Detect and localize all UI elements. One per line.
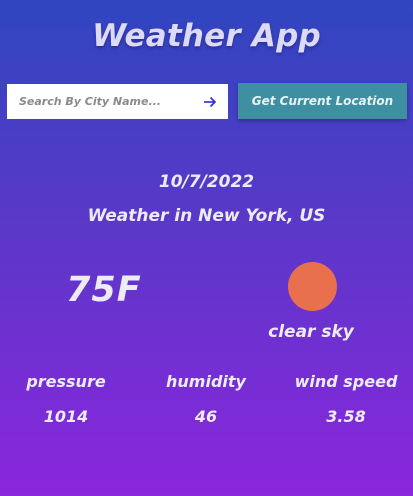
date-text: 10/7/2022 xyxy=(158,172,255,192)
get-current-location-button[interactable]: Get Current Location xyxy=(238,83,407,119)
wind-speed-value: 3.58 xyxy=(326,407,366,426)
app-title: Weather App xyxy=(92,18,321,54)
humidity-value: 46 xyxy=(194,407,218,426)
pressure-label: pressure xyxy=(26,372,106,391)
clear-sky-sun-icon xyxy=(288,262,337,311)
search-box[interactable] xyxy=(7,84,228,119)
temperature-value: 75F xyxy=(66,270,142,310)
wind-speed-label: wind speed xyxy=(294,372,398,391)
location-heading: Weather in New York, US xyxy=(87,206,326,226)
weather-description: clear sky xyxy=(268,322,354,342)
arrow-right-icon[interactable] xyxy=(202,94,218,110)
search-input[interactable] xyxy=(19,95,198,108)
pressure-value: 1014 xyxy=(43,407,89,426)
humidity-label: humidity xyxy=(166,372,246,391)
